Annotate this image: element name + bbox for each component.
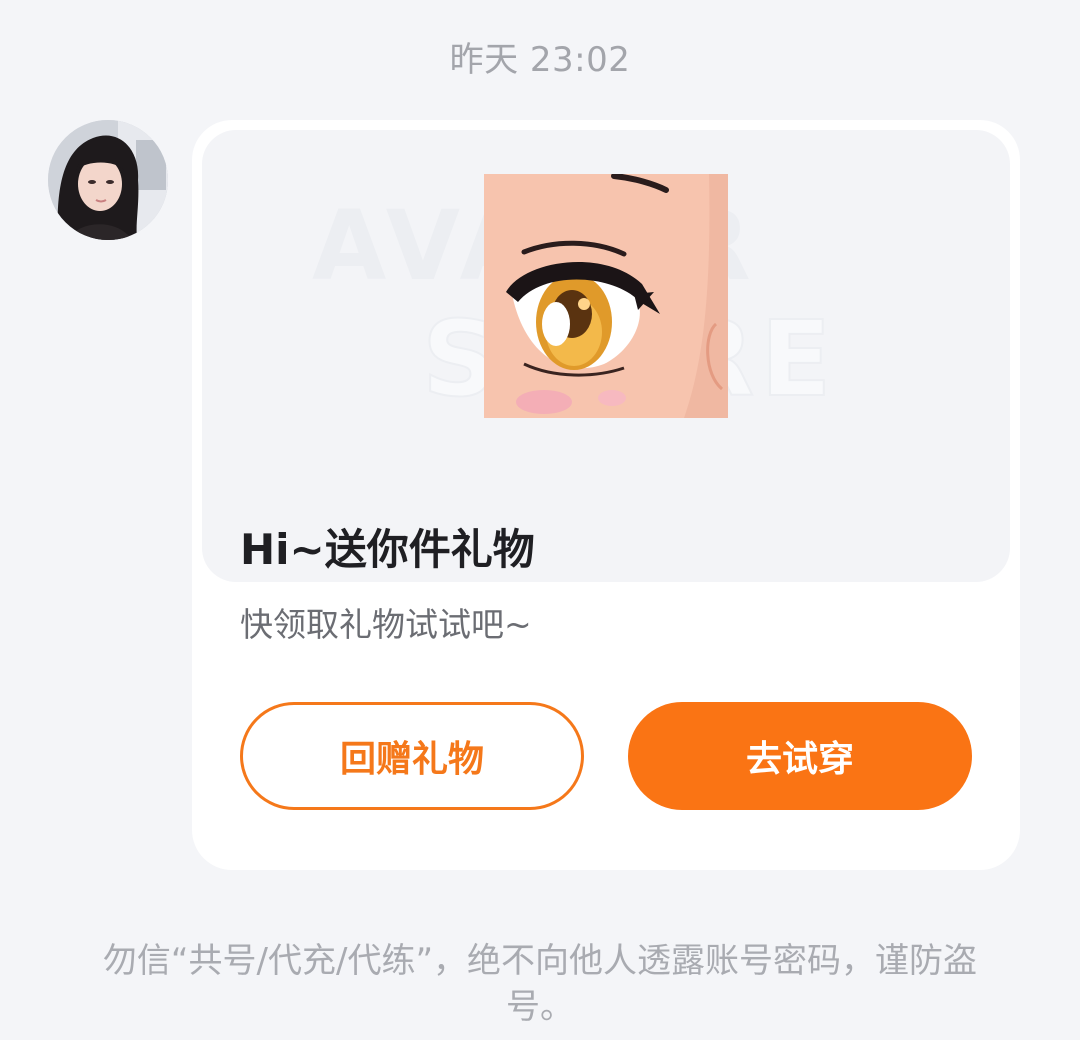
avatar-photo-icon	[48, 120, 168, 240]
gift-message-card[interactable]: AVATAR STORE Hi~送你件礼物	[192, 120, 1020, 870]
message-timestamp: 昨天 23:02	[449, 40, 631, 80]
sender-avatar[interactable]	[48, 120, 168, 240]
gift-banner: AVATAR STORE	[202, 130, 1010, 582]
security-notice: 勿信“共号/代充/代练”，绝不向他人透露账号密码，谨防盗号。	[102, 941, 978, 1027]
anime-eye-icon	[484, 174, 728, 418]
gift-card-subtitle: 快领取礼物试试吧~	[240, 605, 532, 644]
return-gift-button[interactable]: 回赠礼物	[240, 702, 584, 810]
try-on-button[interactable]: 去试穿	[628, 702, 972, 810]
gift-card-title: Hi~送你件礼物	[240, 525, 535, 574]
gift-item-thumbnail	[484, 174, 728, 418]
